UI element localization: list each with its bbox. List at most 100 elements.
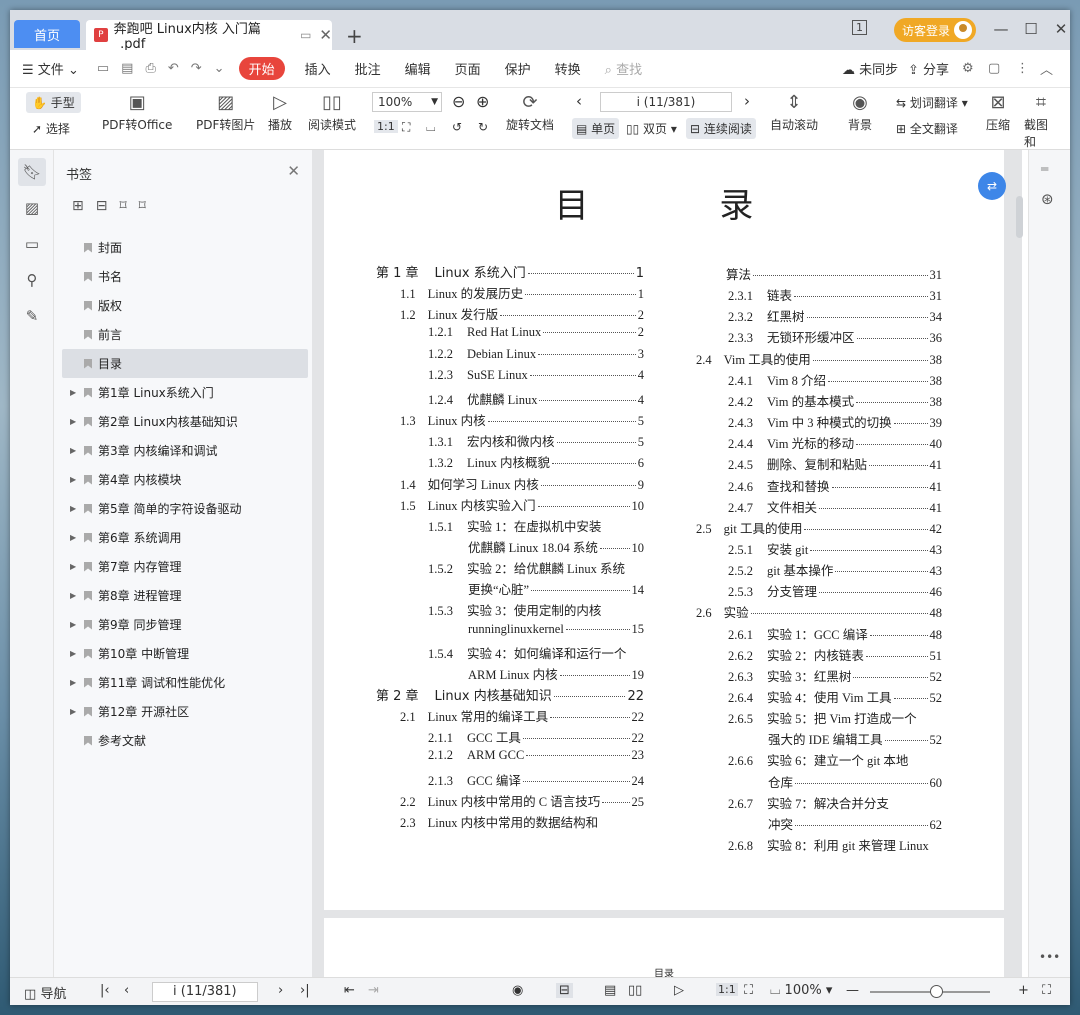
first-page-icon[interactable]: |‹: [100, 983, 110, 998]
expand-arrow-icon[interactable]: ▶: [70, 388, 80, 397]
tab-document[interactable]: P 奔跑吧 Linux内核 入门篇_.pdf ▭ ✕: [86, 20, 332, 52]
toc-entry[interactable]: 2.1.3 GCC 编译 24: [428, 770, 644, 789]
zoom-out-icon[interactable]: ⊖: [452, 92, 465, 111]
close-panel-icon[interactable]: ✕: [287, 162, 300, 180]
toc-entry[interactable]: 算法 31: [726, 264, 942, 283]
toc-entry[interactable]: 2.3 Linux 内核中常用的数据结构和: [400, 812, 644, 831]
comment-icon[interactable]: ▢: [988, 61, 1000, 76]
tab-home[interactable]: 首页: [14, 20, 80, 48]
toc-entry[interactable]: 2.6.3 实验 3：红黑树 52: [728, 666, 942, 685]
zoom-in-icon[interactable]: ⊕: [476, 92, 489, 111]
status-prev-page-icon[interactable]: ‹: [124, 983, 129, 998]
double-page-button[interactable]: ▯▯ 双页 ▾: [626, 120, 677, 137]
zoom-select[interactable]: 100% ▼: [372, 92, 442, 112]
expand-arrow-icon[interactable]: ▶: [70, 446, 80, 455]
bookmark-item[interactable]: ▶ 第9章 同步管理: [62, 610, 308, 639]
toc-entry[interactable]: 2.6.5 实验 5：把 Vim 打造成一个: [728, 708, 942, 727]
toc-entry[interactable]: 1.1 Linux 的发展历史 1: [400, 283, 644, 302]
attachment-icon[interactable]: ⚲: [18, 266, 46, 294]
bookmark-item[interactable]: ▶ 第1章 Linux系统入门: [62, 378, 308, 407]
menu-annotate[interactable]: 批注: [343, 59, 393, 78]
expand-arrow-icon[interactable]: ▶: [70, 707, 80, 716]
menu-protect[interactable]: 保护: [493, 59, 543, 78]
rotate-document-button[interactable]: ⟳ 旋转文档: [506, 92, 554, 133]
actual-size-icon[interactable]: 1:1: [374, 120, 398, 133]
bookmark-item[interactable]: 参考文献: [62, 726, 308, 755]
close-window-icon[interactable]: ✕: [1046, 20, 1076, 38]
open-icon[interactable]: ▭: [91, 61, 115, 76]
toc-entry[interactable]: 2.3.3 无锁环形缓冲区 36: [728, 327, 942, 346]
toc-entry[interactable]: 2.5.1 安装 git 43: [728, 539, 942, 558]
toc-entry[interactable]: 2.6.1 实验 1：GCC 编译 48: [728, 624, 942, 643]
single-page-button[interactable]: ▤ 单页: [572, 118, 620, 139]
toc-chapter[interactable]: 第 2 章 Linux 内核基础知识 22: [376, 685, 644, 704]
more-icon[interactable]: ⋮: [1016, 61, 1029, 76]
status-zoom-out-icon[interactable]: —: [846, 983, 859, 998]
scrollbar-thumb[interactable]: [1016, 196, 1023, 238]
menu-convert[interactable]: 转换: [543, 59, 593, 78]
toc-entry[interactable]: 2.4.5 删除、复制和粘贴 41: [728, 454, 942, 473]
window-count-icon[interactable]: 1: [852, 20, 867, 35]
toc-entry[interactable]: 2.1.2 ARM GCC 23: [428, 748, 644, 763]
bookmark-icon[interactable]: ⌑: [139, 198, 146, 214]
close-tab-icon[interactable]: ✕: [319, 26, 332, 44]
bookmark-item[interactable]: ▶ 第8章 进程管理: [62, 581, 308, 610]
page-input[interactable]: i (11/381): [600, 92, 732, 112]
screenshot-button[interactable]: ⌗ 截图和: [1024, 92, 1058, 150]
bookmark-panel-icon[interactable]: 🔖︎: [18, 158, 46, 186]
bookmark-item[interactable]: ▶ 第12章 开源社区: [62, 697, 308, 726]
status-page-input[interactable]: i (11/381): [152, 982, 258, 1002]
compress-button[interactable]: ⊠ 压缩: [986, 92, 1010, 133]
toc-entry[interactable]: 1.2 Linux 发行版 2: [400, 304, 644, 323]
toc-entry[interactable]: 1.2.2 Debian Linux 3: [428, 347, 644, 362]
play-mode-icon[interactable]: ▷: [674, 983, 684, 998]
eye-mode-icon[interactable]: ◉: [512, 983, 523, 998]
expand-arrow-icon[interactable]: ▶: [70, 562, 80, 571]
collapse-icon[interactable]: ︿: [1040, 59, 1053, 78]
pin-icon[interactable]: ▭: [300, 28, 311, 42]
save-icon[interactable]: ▤: [115, 61, 139, 76]
comment-panel-icon[interactable]: ▭: [18, 230, 46, 258]
read-mode-button[interactable]: ▯▯ 阅读模式: [308, 92, 356, 133]
status-next-page-icon[interactable]: ›: [278, 983, 283, 998]
bookmark-item[interactable]: ▶ 第3章 内核编译和调试: [62, 436, 308, 465]
full-translate-button[interactable]: ⊞ 全文翻译: [896, 120, 958, 137]
bookmark-item[interactable]: ▶ 第6章 系统调用: [62, 523, 308, 552]
expand-arrow-icon[interactable]: ▶: [70, 649, 80, 658]
word-translate-button[interactable]: ⇆ 划词翻译 ▾: [896, 94, 968, 111]
bookmark-item[interactable]: ▶ 第7章 内存管理: [62, 552, 308, 581]
fit-width-icon[interactable]: ⌴: [426, 120, 436, 135]
toc-entry[interactable]: 2.2 Linux 内核中常用的 C 语言技巧 25: [400, 791, 644, 810]
toc-entry[interactable]: 优麒麟 Linux 18.04 系统 10: [468, 537, 644, 556]
bookmark-item[interactable]: ▶ 第11章 调试和性能优化: [62, 668, 308, 697]
toc-entry[interactable]: 2.6.2 实验 2：内核链表 51: [728, 645, 942, 664]
play-button[interactable]: ▷ 播放: [268, 92, 292, 133]
bookmark-item[interactable]: ▶ 第5章 简单的字符设备驱动: [62, 494, 308, 523]
menu-start[interactable]: 开始: [238, 57, 285, 80]
sync-status[interactable]: ☁ 未同步: [842, 59, 898, 78]
status-zoom-in-icon[interactable]: +: [1018, 983, 1029, 998]
toc-entry[interactable]: 1.3 Linux 内核 5: [400, 410, 644, 429]
bookmark-item[interactable]: 书名: [62, 262, 308, 291]
toc-entry[interactable]: 冲突 62: [768, 814, 942, 833]
toc-entry[interactable]: 1.3.1 宏内核和微内核 5: [428, 431, 644, 450]
dropdown-icon[interactable]: ⌄: [208, 61, 231, 76]
toc-entry[interactable]: 2.6.7 实验 7：解决合并分支: [728, 793, 942, 812]
redo-icon[interactable]: ↷: [185, 61, 208, 76]
double-mode-icon[interactable]: ▯▯: [628, 983, 642, 998]
continuous-mode-icon[interactable]: ⊟: [556, 983, 573, 998]
toc-entry[interactable]: 仓库 60: [768, 772, 942, 791]
search-box[interactable]: ⌕ 查找: [593, 59, 654, 78]
signature-icon[interactable]: ✎: [18, 302, 46, 330]
panel-handle-icon[interactable]: ═: [1041, 162, 1070, 176]
toc-entry[interactable]: 1.5.2 实验 2：给优麒麟 Linux 系统: [428, 558, 644, 577]
toc-chapter[interactable]: 第 1 章 Linux 系统入门 1: [376, 262, 644, 281]
toc-entry[interactable]: 1.5.4 实验 4：如何编译和运行一个: [428, 643, 644, 662]
toc-entry[interactable]: 2.4.6 查找和替换 41: [728, 476, 942, 495]
menu-edit[interactable]: 编辑: [393, 59, 443, 78]
hand-tool-button[interactable]: ✋ 手型: [26, 92, 81, 113]
menu-page[interactable]: 页面: [443, 59, 493, 78]
toc-entry[interactable]: 2.5.3 分支管理 46: [728, 581, 942, 600]
bookmark-item[interactable]: 目录: [62, 349, 308, 378]
expand-arrow-icon[interactable]: ▶: [70, 678, 80, 687]
